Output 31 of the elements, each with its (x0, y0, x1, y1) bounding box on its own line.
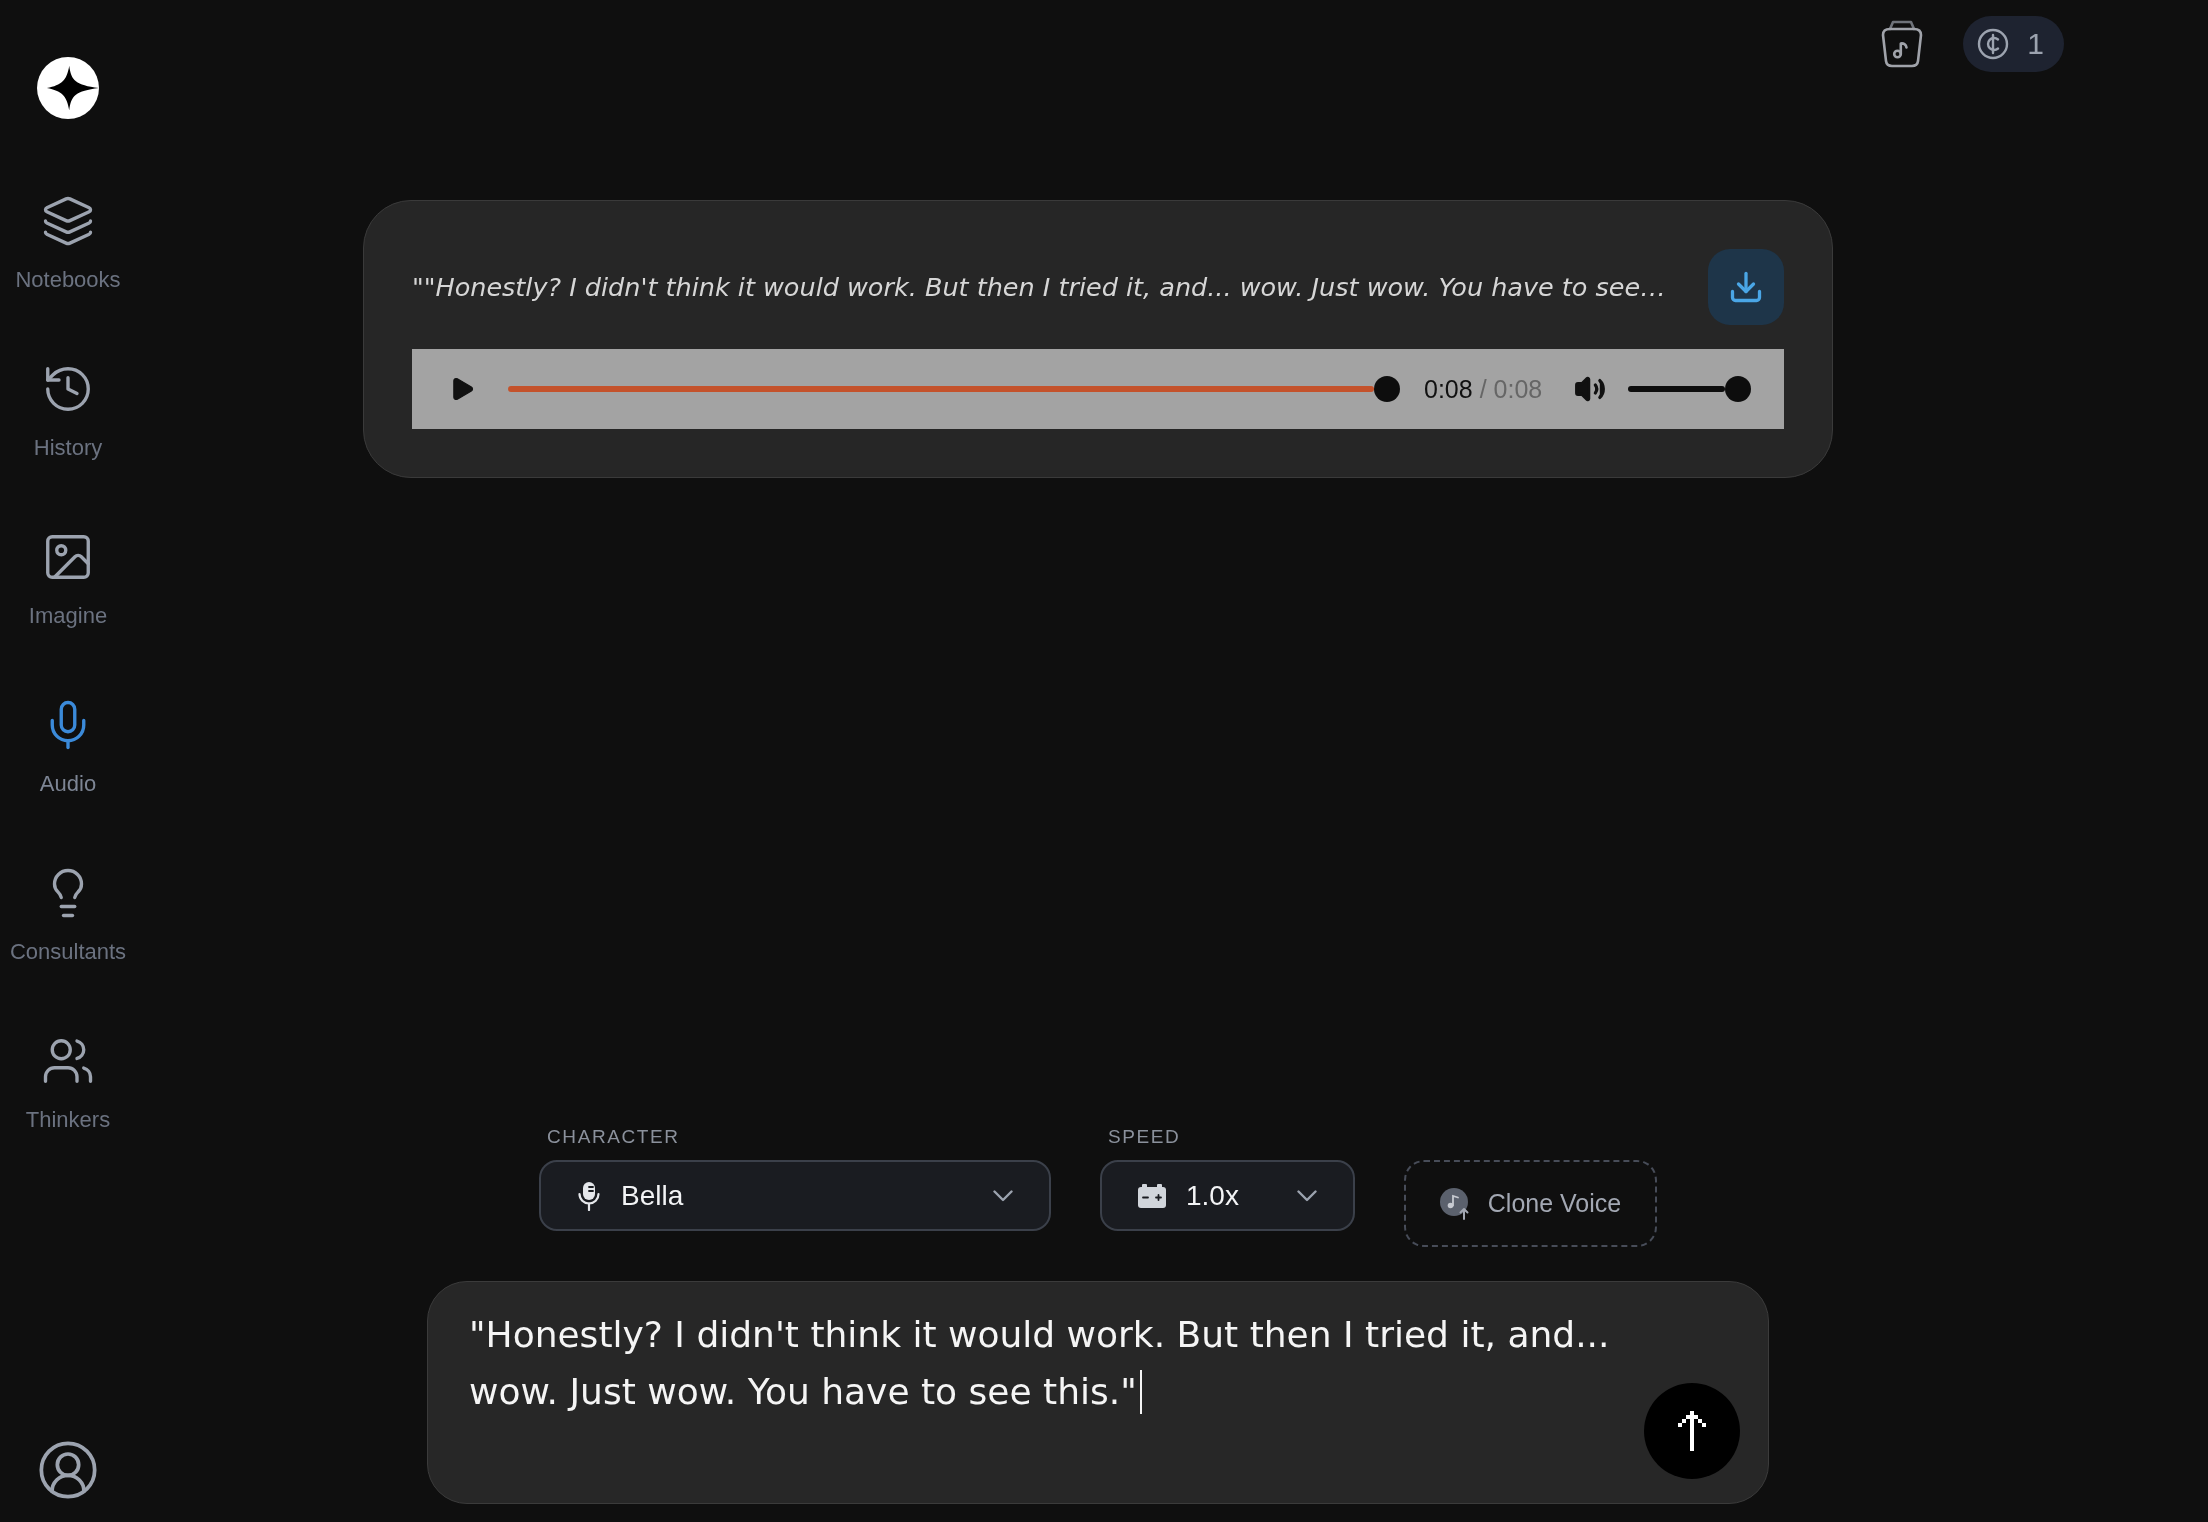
sidebar-item[interactable]: Notebooks (15, 194, 121, 293)
chevron-down-icon (1297, 1189, 1317, 1202)
microphone-icon (577, 1180, 601, 1211)
credits-button[interactable]: 1 (1963, 16, 2064, 72)
sidebar-item[interactable]: Consultants (9, 866, 127, 965)
volume-thumb[interactable] (1725, 376, 1752, 402)
layers-icon (41, 194, 95, 248)
voice-upload-icon (1439, 1187, 1472, 1220)
clone-voice-button[interactable]: Clone Voice (1404, 1160, 1657, 1247)
duration-time: / 0:08 (1479, 374, 1543, 404)
sidebar-item[interactable]: Imagine (28, 530, 108, 629)
chevron-down-icon (993, 1189, 1013, 1202)
download-button[interactable] (1708, 249, 1784, 325)
logo-icon (37, 57, 99, 119)
field-label: SPEED (1107, 1126, 1182, 1148)
download-icon (1728, 269, 1764, 305)
progress-track[interactable] (508, 386, 1374, 392)
character-select[interactable]: Bella (539, 1160, 1051, 1231)
sidebar-item[interactable]: History (33, 362, 103, 461)
sidebar-item[interactable]: Thinkers (25, 1034, 111, 1133)
battery-icon (1138, 1183, 1166, 1208)
coin-icon (1977, 28, 2010, 60)
current-time: 0:08 (1424, 374, 1473, 404)
field-label: CHARACTER (546, 1126, 681, 1148)
speed-select[interactable]: 1.0x (1100, 1160, 1355, 1231)
progress-thumb[interactable] (1374, 376, 1400, 402)
quote-text: ""Honestly? I didn't think it would work. But then I tried it, and... wow. Just wow. You have to see… (412, 271, 1667, 304)
sidebar-item[interactable]: Audio (39, 698, 97, 797)
arrow-up-icon (1677, 1411, 1707, 1451)
volume-track[interactable] (1628, 386, 1726, 392)
message-input[interactable]: "Honestly? I didn't think it would work. But then I tried it, and... wow. Just wow. You have to see this." (469, 1306, 1644, 1420)
